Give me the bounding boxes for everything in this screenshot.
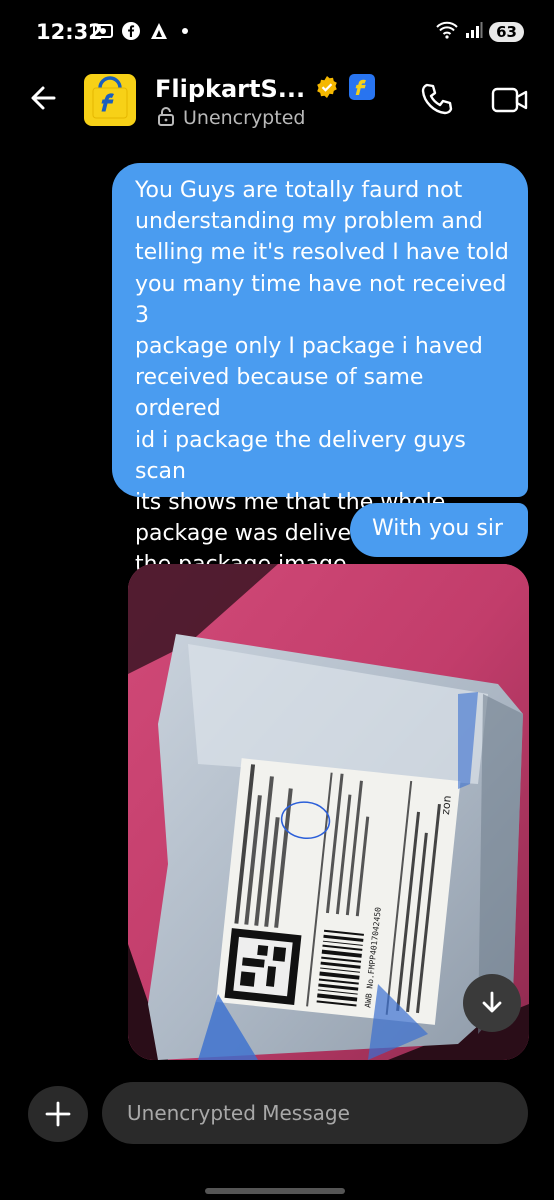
chat-header: FlipkartS... Unencrypted [0, 64, 554, 136]
status-bar: 12:32 63 [0, 0, 554, 64]
arrow-app-icon [148, 20, 170, 42]
message-line: you many time have not received 3 [135, 271, 507, 328]
screen-record-icon [92, 20, 114, 42]
status-icons-left [92, 20, 188, 42]
message-bubble-outgoing[interactable]: You Guys are totally faurd not understan… [112, 163, 528, 577]
message-input-placeholder: Unencrypted Message [127, 1101, 350, 1125]
download-button[interactable] [463, 974, 521, 1032]
battery-indicator: 63 [489, 22, 524, 42]
attach-button[interactable] [28, 1086, 88, 1142]
arrow-down-icon [482, 991, 502, 1013]
verified-badge-icon [315, 75, 339, 103]
lock-open-icon [157, 106, 175, 130]
label-tag: zon [439, 795, 454, 816]
message-line: understanding my problem and [135, 209, 483, 235]
phone-call-icon[interactable] [418, 80, 456, 118]
gesture-bar [205, 1188, 345, 1194]
page-title[interactable]: FlipkartS... [155, 75, 305, 103]
wifi-icon [435, 20, 459, 44]
notification-dot-icon [182, 28, 188, 34]
message-line: id i package the delivery guys scan [135, 427, 466, 484]
flipkart-logo-icon [349, 74, 376, 104]
subtitle: Unencrypted [183, 107, 306, 129]
video-call-icon[interactable] [490, 82, 530, 118]
status-icons-right: 63 [435, 20, 524, 44]
message-bubble-outgoing[interactable]: With you sir [350, 503, 528, 557]
title-row[interactable]: FlipkartS... [155, 74, 376, 104]
plus-icon [45, 1101, 71, 1127]
facebook-icon [120, 20, 142, 42]
image-message[interactable]: AWB No.FMPP4017042450 zon [128, 564, 529, 1060]
message-line: You Guys are totally faurd not [135, 178, 463, 203]
avatar[interactable] [84, 74, 136, 126]
message-line: telling me it's resolved I have told [135, 240, 509, 266]
message-line: received because of same ordered [135, 365, 424, 422]
message-input[interactable]: Unencrypted Message [102, 1082, 528, 1144]
encryption-status: Unencrypted [157, 106, 305, 130]
signal-icon [465, 21, 483, 43]
back-arrow-icon[interactable] [26, 80, 62, 116]
message-line: package only I package i haved [135, 334, 483, 360]
message-text: With you sir [372, 516, 503, 541]
